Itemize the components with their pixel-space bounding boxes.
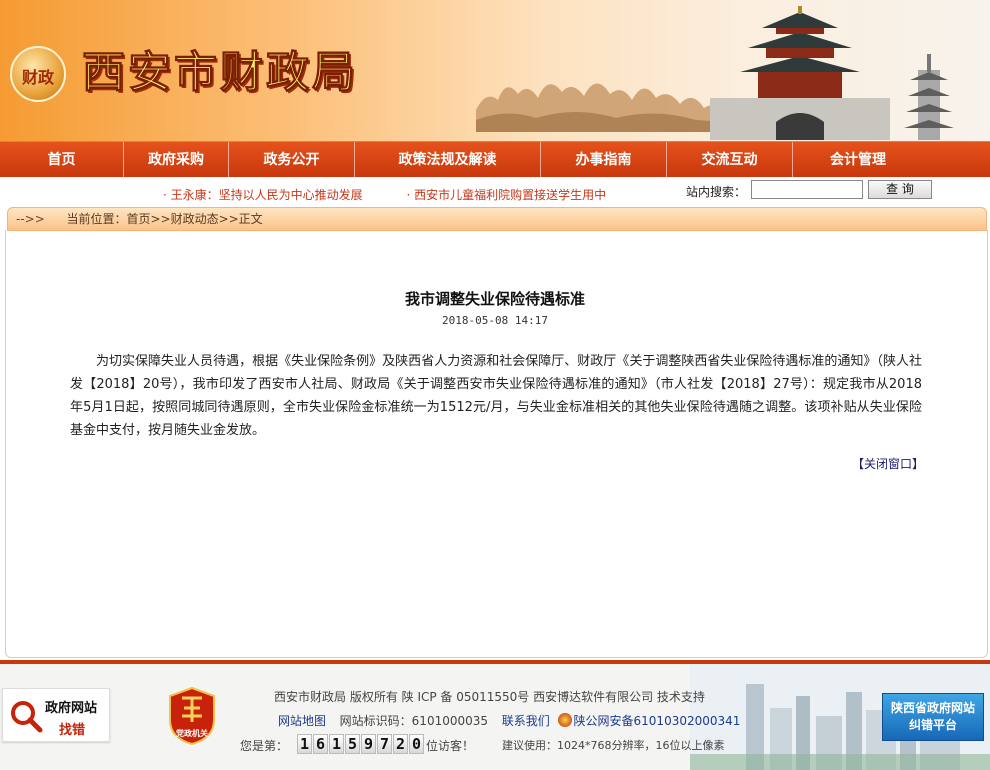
error-badge-subtitle: 找错 — [59, 723, 86, 738]
nav-item-gov-affairs[interactable]: 政务公开 — [229, 141, 355, 178]
provincial-badge-line2: 纠错平台 — [908, 718, 957, 732]
nav-item-interaction[interactable]: 交流互动 — [667, 141, 793, 178]
ticker-item[interactable]: · 王永康：坚持以人民为中心推动发展 — [163, 188, 363, 202]
resolution-note: 建议使用：1024*768分辨率，16位以上像素 — [502, 739, 725, 752]
nav-item-accounting[interactable]: 会计管理 — [793, 142, 923, 178]
article-title: 我市调整失业保险待遇标准 — [404, 290, 585, 308]
visitor-prefix: 您是第： — [240, 739, 289, 753]
visitor-digit: 1 — [297, 734, 312, 754]
provincial-error-platform-badge[interactable]: 陕西省政府网站 纠错平台 — [882, 693, 984, 741]
gov-site-error-report-badge[interactable]: 政府网站 找错 — [2, 688, 110, 742]
breadcrumb-prefix: 当前位置： — [66, 212, 127, 226]
visitor-digit: 2 — [393, 734, 408, 754]
visitor-digit: 9 — [361, 734, 376, 754]
site-title: 西安市财政局 — [82, 48, 358, 99]
sitemap-link[interactable]: 网站地图 — [278, 714, 326, 728]
article-date: 2018-05-08 14:17 — [442, 314, 548, 327]
visitor-digit: 0 — [409, 734, 424, 754]
bell-tower-image — [710, 6, 890, 140]
search-label: 站内搜索： — [686, 185, 747, 199]
nav-item-home[interactable]: 首页 — [0, 141, 124, 178]
breadcrumb-path[interactable]: 首页>>财政动态>>正文 — [126, 212, 262, 226]
nav-item-procurement[interactable]: 政府采购 — [124, 141, 229, 178]
close-window-link[interactable]: 【关闭窗口】 — [852, 455, 924, 472]
header-banner: 财政 西安市财政局 — [0, 0, 990, 142]
article-body: 为切实保障失业人员待遇，根据《失业保险条例》及陕西省人力资源和社会保障厅、财政厅… — [70, 354, 922, 438]
logo-emblem: 财政 — [10, 46, 66, 102]
search-input[interactable] — [751, 180, 863, 199]
breadcrumb: -->> 当前位置：首页>>财政动态>>正文 — [7, 207, 987, 231]
visitor-digit: 7 — [377, 734, 392, 754]
visitor-digit: 6 — [313, 734, 328, 754]
error-badge-title: 政府网站 — [45, 701, 98, 716]
terracotta-sculpture-image — [476, 83, 726, 132]
police-badge-icon — [557, 713, 572, 727]
main-nav: 首页 政府采购 政务公开 政策法规及解读 办事指南 交流互动 会计管理 — [0, 141, 990, 178]
police-record-link[interactable]: 陕公网安备61010302000341 — [574, 714, 741, 728]
visitor-digit: 1 — [329, 734, 344, 754]
party-gov-badge[interactable]: 党政机关 — [166, 686, 218, 746]
search-button[interactable]: 查 询 — [868, 180, 932, 199]
magnifier-icon — [11, 701, 43, 733]
ticker-item[interactable]: · 西安市儿童福利院购置接送学生用中 — [406, 188, 606, 202]
visitor-digit: 5 — [345, 734, 360, 754]
pagoda-image — [904, 54, 954, 140]
nav-item-guide[interactable]: 办事指南 — [541, 141, 667, 178]
visitor-counter: 1 6 1 5 9 7 2 0 — [297, 734, 425, 754]
news-ticker: · 王永康：坚持以人民为中心推动发展 · 西安市儿童福利院购置接送学生用中 — [163, 186, 633, 202]
contact-link[interactable]: 联系我们 — [502, 714, 550, 728]
logo-text: 财政 — [21, 68, 54, 87]
site-id-text: 网站标识码：6101000035 — [339, 714, 489, 728]
party-badge-label: 党政机关 — [176, 729, 208, 738]
footer: 政府网站 找错 党政机关 西安市财政局 版权所有 陕 ICP 备 0501155… — [0, 660, 990, 770]
nav-item-policy[interactable]: 政策法规及解读 — [355, 141, 541, 178]
visitor-suffix: 位访客！ — [426, 739, 475, 753]
copyright-text: 西安市财政局 版权所有 陕 ICP 备 05011550号 西安博达软件有限公司… — [274, 690, 705, 704]
provincial-badge-line1: 陕西省政府网站 — [890, 701, 975, 715]
breadcrumb-arrow: -->> — [16, 212, 45, 226]
